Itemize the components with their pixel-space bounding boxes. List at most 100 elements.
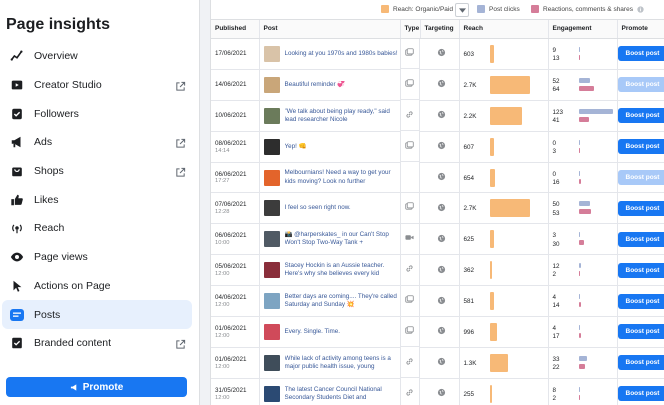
boost-post-button[interactable]: Boost post [617, 355, 664, 371]
published-cell: 31/05/2021 12:00 [211, 378, 260, 405]
column-header-type[interactable]: Type [400, 20, 421, 39]
post-text-link[interactable]: Every. Single. Time. [285, 328, 341, 336]
post-thumbnail[interactable] [263, 262, 280, 279]
reactions-value: 30 [552, 240, 560, 248]
boost-post-button[interactable]: Boost post [617, 262, 664, 278]
boost-post-button[interactable]: Boost post [617, 324, 664, 340]
sidebar-item-shops[interactable]: Shops [0, 157, 200, 186]
post-cell[interactable]: "We talk about being play ready," said l… [259, 100, 401, 132]
post-text-link[interactable]: "We talk about being play ready," said l… [285, 108, 400, 124]
post-thumbnail[interactable] [263, 354, 280, 371]
reach-value: 2.2K [463, 112, 477, 120]
post-text-link[interactable]: Yep! 👊 [285, 143, 307, 151]
post-thumbnail[interactable] [263, 138, 280, 155]
post-text-link[interactable]: The latest Cancer Council National Secon… [285, 386, 400, 402]
post-cell[interactable]: Looking at you 1970s and 1980s babies! [259, 38, 401, 70]
promote-cell: Boost post [617, 38, 664, 70]
sidebar-item-likes[interactable]: Likes [0, 185, 200, 214]
column-header-post[interactable]: Post [259, 20, 401, 39]
post-text-link[interactable]: Melbournians! Need a way to get your kid… [285, 169, 400, 185]
boost-post-button[interactable]: Boost post [617, 46, 664, 62]
boost-post-button[interactable]: Boost post [617, 231, 664, 247]
table-row[interactable]: 01/06/2021 12:00 Every. Single. Time. 996 4 1… [211, 316, 664, 348]
column-header-engagement[interactable]: Engagement [548, 20, 618, 39]
table-row[interactable]: 14/06/2021 Beautiful reminder 💞 2.7K 52 64 Bo… [211, 69, 664, 101]
sidebar-item-reach[interactable]: Reach [0, 214, 200, 243]
table-row[interactable]: 01/06/2021 12:00 While lack of activity am… [211, 347, 664, 379]
post-cell[interactable]: I feel so seen right now. [259, 192, 401, 225]
post-cell[interactable]: Beautiful reminder 💞 [259, 69, 401, 101]
post-thumbnail[interactable] [263, 323, 280, 340]
post-thumbnail[interactable] [263, 45, 280, 62]
post-text-link[interactable]: 📸 @harperskates_ in our Can't Stop Won't… [285, 231, 400, 247]
reach-cell: 1.3K [459, 347, 549, 379]
post-text-link[interactable]: While lack of activity among teens is a … [285, 355, 400, 371]
table-row[interactable]: 08/06/2021 14:14 Yep! 👊 607 0 3 Boost post [211, 131, 664, 163]
boost-post-button[interactable]: Boost post [617, 200, 664, 216]
table-row[interactable]: 07/06/2021 12:28 I feel so seen right now.… [211, 192, 664, 225]
promote-cell: Boost post [617, 254, 664, 287]
boost-post-button[interactable]: Boost post [617, 293, 664, 309]
boost-post-button[interactable]: Boost post [617, 77, 664, 93]
post-thumbnail[interactable] [263, 76, 280, 93]
promote-button[interactable]: Promote [6, 377, 187, 397]
post-clicks-value: 8 [552, 386, 557, 394]
sidebar-item-overview[interactable]: Overview [0, 42, 200, 71]
table-row[interactable]: 05/06/2021 12:00 Stacey Hockin is an Aussi… [211, 254, 664, 287]
post-clicks-bar [578, 325, 580, 331]
sidebar-item-posts[interactable]: Posts [2, 300, 192, 329]
table-row[interactable]: 10/06/2021 "We talk about being play read… [211, 100, 664, 132]
post-thumbnail[interactable] [263, 169, 280, 186]
published-time: 12:00 [215, 394, 230, 401]
promote-cell: Boost post [617, 69, 664, 101]
reach-dropdown[interactable] [455, 3, 469, 17]
boost-post-button[interactable]: Boost post [617, 386, 664, 402]
column-header-targeting[interactable]: Targeting [420, 20, 460, 39]
creator-studio-icon [8, 76, 26, 94]
post-text-link[interactable]: Stacey Hockin is an Aussie teacher. Here… [285, 262, 400, 278]
post-cell[interactable]: Melbournians! Need a way to get your kid… [259, 162, 401, 194]
post-text-link[interactable]: Looking at you 1970s and 1980s babies! [285, 50, 398, 58]
post-cell[interactable]: The latest Cancer Council National Secon… [259, 378, 401, 405]
table-row[interactable]: 31/05/2021 12:00 The latest Cancer Council… [211, 378, 664, 405]
sidebar-item-branded-content[interactable]: Branded content [0, 329, 200, 358]
post-cell[interactable]: Yep! 👊 [259, 131, 401, 163]
sidebar-item-creator-studio[interactable]: Creator Studio [0, 71, 200, 100]
column-header-promote[interactable]: Promote [617, 20, 664, 39]
post-thumbnail[interactable] [263, 293, 280, 310]
info-icon[interactable] [637, 5, 644, 13]
legend-swatch-clicks [477, 5, 485, 13]
sidebar-item-ads[interactable]: Ads [0, 128, 200, 157]
post-thumbnail[interactable] [263, 107, 280, 124]
boost-post-button[interactable]: Boost post [617, 108, 664, 124]
table-row[interactable]: 04/06/2021 12:00 Better days are coming...… [211, 285, 664, 318]
published-cell: 17/06/2021 [211, 38, 260, 70]
sidebar-item-followers[interactable]: Followers [0, 99, 200, 128]
post-thumbnail[interactable] [263, 200, 280, 217]
column-header-published[interactable]: Published [211, 20, 260, 39]
boost-post-button[interactable]: Boost post [617, 170, 664, 185]
globe-icon [437, 265, 446, 276]
boost-post-button[interactable]: Boost post [617, 139, 664, 155]
sidebar-item-page-views[interactable]: Page views [0, 243, 200, 272]
post-text-link[interactable]: Beautiful reminder 💞 [285, 81, 346, 89]
engagement-cell: 123 41 [548, 100, 618, 132]
sidebar-item-label: Likes [34, 193, 59, 206]
targeting-cell [420, 316, 460, 348]
post-thumbnail[interactable] [263, 385, 280, 402]
post-cell[interactable]: Better days are coming.... They're calle… [259, 285, 401, 318]
post-cell[interactable]: 📸 @harperskates_ in our Can't Stop Won't… [259, 223, 401, 256]
post-cell[interactable]: While lack of activity among teens is a … [259, 347, 401, 379]
table-row[interactable]: 06/06/2021 10:00 📸 @harperskates_ in our C… [211, 223, 664, 256]
post-text-link[interactable]: Better days are coming.... They're calle… [285, 293, 400, 309]
table-row[interactable]: 17/06/2021 Looking at you 1970s and 1980s… [211, 38, 664, 70]
sidebar-item-actions-on-page[interactable]: Actions on Page [0, 272, 200, 301]
post-text-link[interactable]: I feel so seen right now. [285, 204, 351, 212]
post-cell[interactable]: Stacey Hockin is an Aussie teacher. Here… [259, 254, 401, 287]
table-row[interactable]: 06/06/2021 17:27 Melbournians! Need a way … [211, 162, 664, 194]
sidebar-item-label: Creator Studio [34, 79, 102, 92]
post-thumbnail[interactable] [263, 231, 280, 248]
engagement-cell: 12 2 [548, 254, 618, 287]
column-header-reach[interactable]: Reach [459, 20, 549, 39]
post-cell[interactable]: Every. Single. Time. [259, 316, 401, 348]
